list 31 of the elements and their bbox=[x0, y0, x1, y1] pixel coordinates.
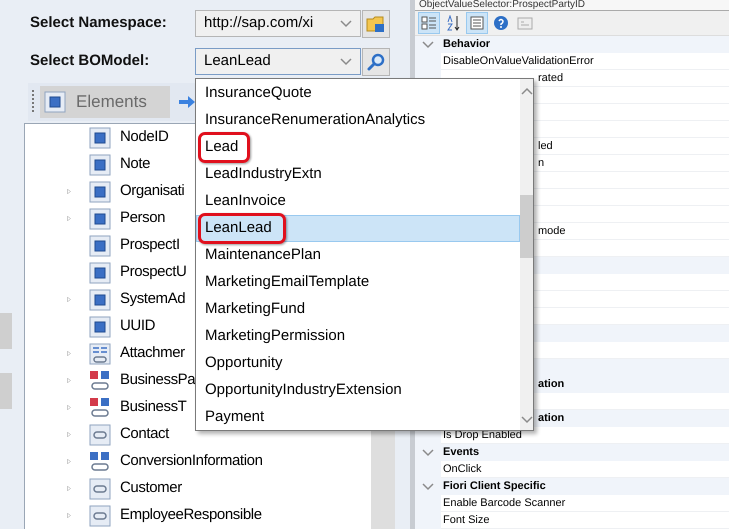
property-label: led bbox=[538, 138, 553, 154]
tree-label: SystemAd bbox=[120, 289, 186, 310]
property-label: mode bbox=[538, 224, 566, 239]
property-label: n bbox=[538, 156, 544, 171]
tree-label: UUID bbox=[120, 316, 156, 336]
tree-label: Customer bbox=[120, 478, 182, 498]
field-label: Select Namespace: bbox=[29, 13, 168, 34]
property-label: rated bbox=[538, 70, 564, 86]
panel-title: ObjectValueSelector:ProspectPartyID bbox=[415, 0, 729, 11]
category-label: Behavior bbox=[443, 37, 490, 52]
property-label: Font Size bbox=[443, 512, 490, 528]
category-label: ation bbox=[538, 377, 564, 392]
tree-label: BusinessPa bbox=[120, 370, 196, 390]
property-label: OnClick bbox=[443, 462, 482, 477]
property-label: Enable Barcode Scanner bbox=[443, 496, 566, 511]
tree-label: Attachmer bbox=[120, 343, 185, 364]
tree-label: BusinessT bbox=[120, 397, 186, 418]
property-label: DisableOnValueValidationError bbox=[443, 54, 594, 69]
category-label: Fiori Client Specific bbox=[443, 479, 546, 494]
category-label: ation bbox=[538, 411, 564, 426]
tree-label: Organisati bbox=[120, 181, 184, 202]
category-label: Events bbox=[443, 445, 480, 460]
tree-label: ProspectU bbox=[120, 262, 186, 282]
tree-label: ConversionInformation bbox=[120, 451, 263, 472]
tree-label: Note bbox=[120, 154, 150, 174]
tree-label: ProspectI bbox=[120, 235, 180, 256]
tree-label: Contact bbox=[120, 424, 169, 444]
tree-label: EmployeeResponsible bbox=[120, 505, 262, 526]
tree-label: Person bbox=[120, 208, 166, 228]
field-label: Select BOModel: bbox=[29, 51, 150, 72]
tree-label: NodeID bbox=[120, 127, 168, 148]
